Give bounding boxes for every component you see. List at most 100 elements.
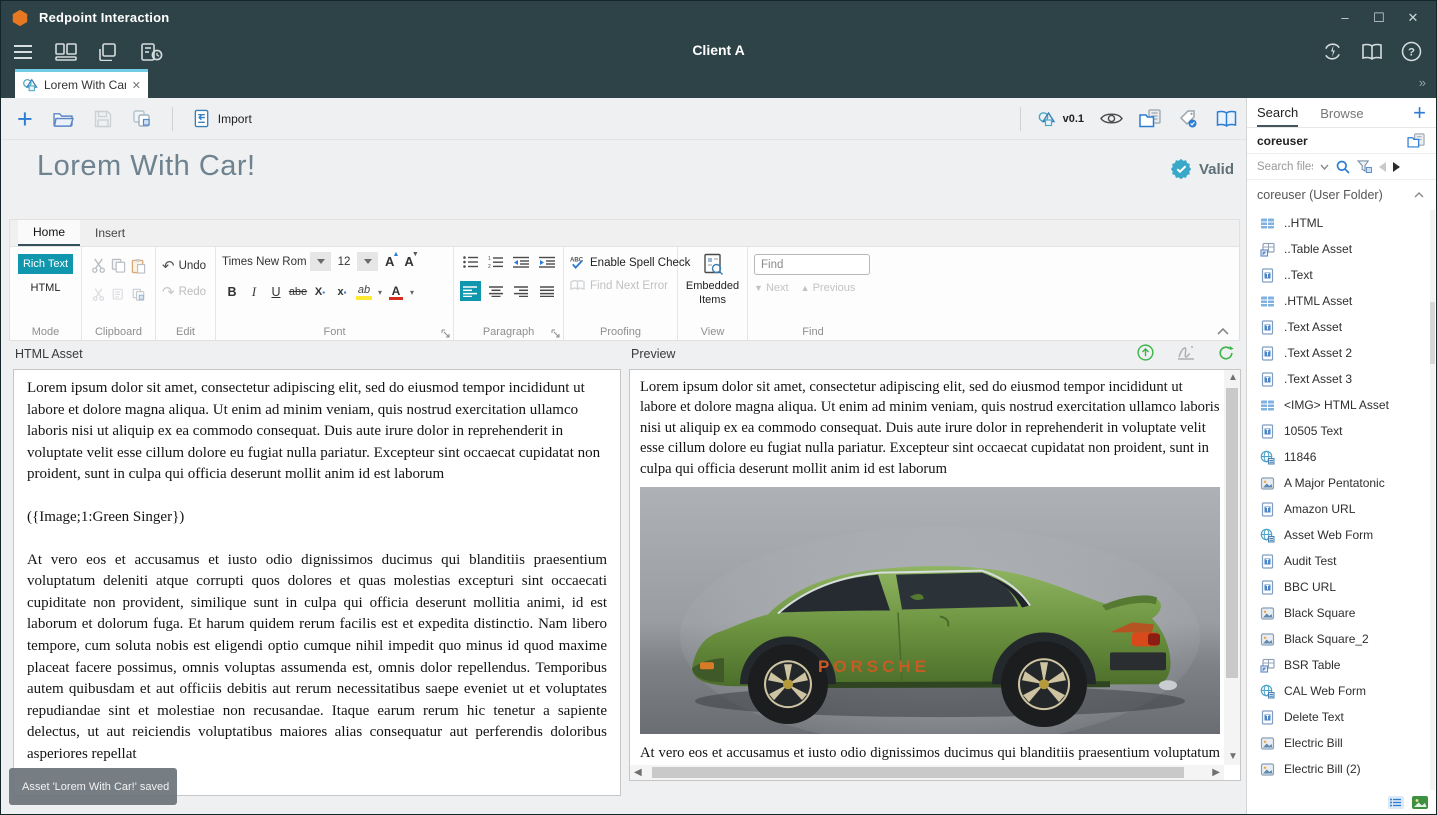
- file-list-item[interactable]: T10505 Text: [1247, 418, 1430, 444]
- new-asset-button[interactable]: +: [17, 109, 33, 129]
- font-size-dropdown-icon[interactable]: [357, 252, 378, 271]
- file-list-item[interactable]: T.Text Asset: [1247, 314, 1430, 340]
- scroll-left-icon[interactable]: ◀: [634, 768, 642, 778]
- list-view-icon[interactable]: [1388, 796, 1404, 809]
- ribbon-tab-insert[interactable]: Insert: [80, 220, 140, 246]
- grow-font-button[interactable]: A▲: [382, 254, 397, 269]
- preview-eye-button[interactable]: [1100, 111, 1123, 126]
- refresh-icon[interactable]: [1218, 345, 1234, 361]
- file-list-item[interactable]: T.Text Asset 2: [1247, 340, 1430, 366]
- file-list-item[interactable]: Black Square_2: [1247, 626, 1430, 652]
- sidebar-scrollbar[interactable]: [1430, 210, 1435, 790]
- html-mode-button[interactable]: HTML: [16, 282, 75, 294]
- signature-icon[interactable]: [1177, 345, 1195, 360]
- highlight-dropdown-icon[interactable]: ▾: [376, 288, 384, 297]
- embedded-items-button[interactable]: Embedded Items: [684, 253, 741, 308]
- file-list-item[interactable]: BSR Table: [1247, 652, 1430, 678]
- copy-special-icon[interactable]: [132, 288, 145, 301]
- tab-close-icon[interactable]: ✕: [132, 79, 141, 92]
- font-color-dropdown-icon[interactable]: ▾: [408, 288, 416, 297]
- tag-button[interactable]: [1179, 109, 1199, 129]
- file-list-item[interactable]: TDelete Text: [1247, 704, 1430, 730]
- file-list-item[interactable]: TBBC URL: [1247, 574, 1430, 600]
- save-button[interactable]: [94, 110, 112, 128]
- ribbon-collapse-icon[interactable]: [1217, 328, 1229, 335]
- search-icon[interactable]: [1336, 160, 1350, 174]
- scroll-down-icon[interactable]: ▼: [1228, 752, 1238, 762]
- asset-tab[interactable]: Lorem With Car! ✕: [15, 69, 148, 98]
- file-list-item[interactable]: A Major Pentatonic: [1247, 470, 1430, 496]
- scroll-right-icon[interactable]: ▶: [1212, 768, 1220, 778]
- find-input[interactable]: [754, 254, 870, 275]
- find-next-error-button[interactable]: Find Next Error: [570, 279, 671, 292]
- file-list-item[interactable]: ..Table Asset: [1247, 236, 1430, 262]
- numbered-list-icon[interactable]: 12: [486, 252, 507, 272]
- file-list-item[interactable]: <IMG> HTML Asset: [1247, 392, 1430, 418]
- file-list-item[interactable]: TAmazon URL: [1247, 496, 1430, 522]
- tab-overflow-icon[interactable]: »: [1419, 75, 1424, 90]
- font-size-select[interactable]: 12: [335, 256, 353, 268]
- open-button[interactable]: [53, 110, 74, 127]
- ribbon-tab-home[interactable]: Home: [18, 220, 80, 246]
- add-asset-button[interactable]: +: [1413, 104, 1426, 122]
- file-list-item[interactable]: Electric Bill (2): [1247, 756, 1430, 782]
- collapse-chevron-icon[interactable]: [1414, 192, 1424, 198]
- file-list-item[interactable]: 11846: [1247, 444, 1430, 470]
- vertical-scroll-thumb[interactable]: [1226, 388, 1238, 678]
- paragraph-dialog-launcher-icon[interactable]: [551, 329, 560, 338]
- bullet-list-icon[interactable]: [460, 252, 481, 272]
- decrease-indent-icon[interactable]: [511, 252, 532, 272]
- strikethrough-button[interactable]: abe: [288, 282, 308, 302]
- horizontal-scroll-thumb[interactable]: [652, 767, 1184, 778]
- justify-button[interactable]: [537, 281, 558, 301]
- folder-header[interactable]: coreuser (User Folder): [1247, 180, 1436, 210]
- file-list-item[interactable]: CAL Web Form: [1247, 678, 1430, 704]
- cut-icon[interactable]: [91, 258, 106, 274]
- bold-button[interactable]: B: [222, 282, 242, 302]
- scroll-up-icon[interactable]: ▲: [1228, 373, 1238, 383]
- find-next-button[interactable]: ▼ Next: [754, 282, 789, 294]
- font-dialog-launcher-icon[interactable]: [441, 329, 450, 338]
- thumbnail-view-icon[interactable]: [1412, 796, 1428, 809]
- find-previous-button[interactable]: ▲ Previous: [801, 282, 856, 294]
- redo-button[interactable]: ↷Redo: [162, 283, 209, 301]
- import-button[interactable]: Import: [193, 109, 252, 128]
- file-list-item[interactable]: Asset Web Form: [1247, 522, 1430, 548]
- copy-icon[interactable]: [111, 258, 126, 274]
- minimize-button[interactable]: –: [1328, 10, 1362, 25]
- file-list-item[interactable]: Black Square: [1247, 600, 1430, 626]
- subscript-button[interactable]: X▪: [310, 282, 330, 302]
- copy-asset-button[interactable]: [132, 109, 152, 128]
- preview-vertical-scrollbar[interactable]: ▲ ▼: [1224, 370, 1240, 765]
- underline-button[interactable]: U: [266, 282, 286, 302]
- checkout-folder-button[interactable]: [1139, 109, 1163, 129]
- italic-button[interactable]: I: [244, 282, 264, 302]
- sidebar-scroll-thumb[interactable]: [1430, 302, 1435, 364]
- undo-button[interactable]: ↶Undo: [162, 257, 209, 275]
- highlight-color-button[interactable]: ab: [354, 285, 374, 300]
- align-left-button[interactable]: [460, 281, 481, 301]
- maximize-button[interactable]: ☐: [1362, 10, 1396, 26]
- font-color-button[interactable]: A: [386, 285, 406, 300]
- preview-horizontal-scrollbar[interactable]: ◀ ▶: [630, 765, 1224, 780]
- file-list-item[interactable]: Embedded HTML: [1247, 782, 1430, 790]
- file-list-item[interactable]: T..Text: [1247, 262, 1430, 288]
- increase-indent-icon[interactable]: [537, 252, 558, 272]
- open-selected-file-icon[interactable]: [1407, 133, 1426, 149]
- align-center-button[interactable]: [486, 281, 507, 301]
- library-button[interactable]: [1215, 110, 1238, 128]
- file-list-item[interactable]: .HTML Asset: [1247, 288, 1430, 314]
- search-options-chevron-icon[interactable]: [1320, 164, 1329, 170]
- sidebar-tab-browse[interactable]: Browse: [1320, 100, 1363, 126]
- sidebar-tab-search[interactable]: Search: [1257, 99, 1298, 127]
- filter-icon[interactable]: [1357, 160, 1372, 173]
- history-forward-icon[interactable]: [1393, 162, 1400, 172]
- file-list-item[interactable]: T.Text Asset 3: [1247, 366, 1430, 392]
- file-list-item[interactable]: ..HTML: [1247, 210, 1430, 236]
- enable-spell-check-button[interactable]: ABC Enable Spell Check: [570, 255, 671, 270]
- superscript-button[interactable]: x▪: [332, 282, 352, 302]
- help-icon[interactable]: ?: [1401, 41, 1422, 62]
- publish-up-icon[interactable]: [1137, 344, 1154, 361]
- file-list-item[interactable]: Electric Bill: [1247, 730, 1430, 756]
- history-back-icon[interactable]: [1379, 162, 1386, 172]
